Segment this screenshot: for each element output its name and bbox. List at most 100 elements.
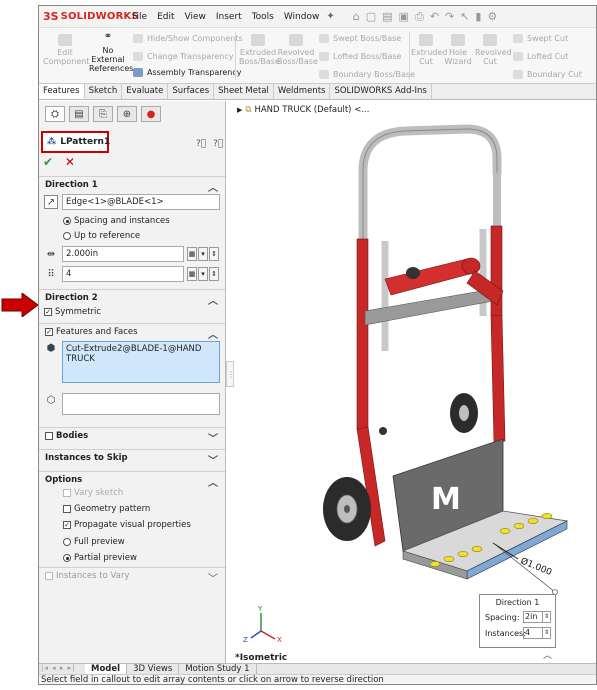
tab-scroll-arrows[interactable]: |◂ ◂ ▸ ▸| <box>39 664 85 674</box>
geometry-pattern-checkbox[interactable]: Geometry pattern <box>63 504 150 514</box>
chevron-up-icon[interactable]: ︿ <box>208 326 218 341</box>
tab-add-ins[interactable]: SOLIDWORKS Add-Ins <box>330 84 432 99</box>
callout-instances-input[interactable]: 4 <box>523 627 543 639</box>
link-values-icon[interactable]: ▦ <box>187 247 197 261</box>
dropdown-arrow-icon[interactable]: ▾ <box>198 267 208 281</box>
dropdown-arrow-icon[interactable]: ▾ <box>198 247 208 261</box>
chevron-down-icon[interactable]: ﹀ <box>208 452 218 467</box>
revolved-boss-button[interactable]: Revolved Boss/Base <box>277 34 318 66</box>
tab-evaluate[interactable]: Evaluate <box>122 84 169 99</box>
options-header[interactable]: Options ︿ <box>39 472 225 489</box>
features-faces-header[interactable]: ✓ Features and Faces ︿ <box>39 324 225 341</box>
tab-3d-views[interactable]: 3D Views <box>127 664 180 674</box>
display-manager-tab[interactable]: ● <box>141 106 161 122</box>
select-icon[interactable]: ↖ <box>460 10 469 24</box>
save-icon[interactable]: ▣ <box>399 10 409 24</box>
help-icon[interactable]: ?⃝ <box>213 139 223 149</box>
menu-window[interactable]: Window <box>283 11 321 23</box>
graphics-area[interactable]: ▶ ⧉ HAND TRUCK (Default) <... M Ø1.000 Y… <box>235 101 596 663</box>
instances-to-skip-header[interactable]: Instances to Skip ﹀ <box>39 450 225 467</box>
menu-insert[interactable]: Insert <box>215 11 243 23</box>
tab-surfaces[interactable]: Surfaces <box>168 84 215 99</box>
vary-sketch-checkbox[interactable]: Vary sketch <box>63 488 123 498</box>
chevron-up-icon[interactable]: ︿ <box>208 474 218 489</box>
callout-spacing-input[interactable]: 2in <box>523 611 543 623</box>
instances-spinner[interactable]: ▦ ▾ ⇕ <box>187 267 219 281</box>
up-to-reference-radio[interactable]: Up to reference <box>63 231 140 241</box>
bodies-header[interactable]: Bodies ﹀ <box>39 428 225 445</box>
panel-splitter-handle[interactable]: ⋮ <box>226 361 235 387</box>
tab-sheet-metal[interactable]: Sheet Metal <box>214 84 274 99</box>
feature-manager-tab[interactable]: ⛭ <box>45 106 65 122</box>
assembly-transparency-button[interactable]: Assembly Transparency <box>133 68 241 77</box>
swept-boss-button[interactable]: Swept Boss/Base <box>319 34 401 43</box>
ok-button[interactable]: ✔ <box>43 155 53 169</box>
instances-to-vary-header[interactable]: Instances to Vary ﹀ <box>39 568 225 585</box>
menu-edit[interactable]: Edit <box>156 11 175 23</box>
tab-weldments[interactable]: Weldments <box>274 84 331 99</box>
change-transparency-button[interactable]: Change Transparency <box>133 52 234 61</box>
extruded-cut-button[interactable]: Extruded Cut <box>411 34 447 66</box>
spinner-arrows-icon[interactable]: ⇕ <box>209 267 219 281</box>
bodies-checkbox[interactable] <box>45 432 53 440</box>
symmetric-checkbox[interactable]: ✓ Symmetric <box>44 307 101 317</box>
extruded-boss-button[interactable]: Extruded Boss/Base <box>239 34 280 66</box>
cancel-button[interactable]: ✕ <box>65 155 75 169</box>
configuration-manager-tab[interactable]: ⎘ <box>93 106 113 122</box>
rebuild-icon[interactable]: ▮ <box>475 10 481 24</box>
pin-icon[interactable]: ✦ <box>326 11 334 22</box>
hide-show-components-button[interactable]: Hide/Show Components <box>133 34 243 43</box>
callout-instances-spinner[interactable]: ⇕ <box>543 627 551 639</box>
chevron-down-icon[interactable]: ﹀ <box>208 430 218 445</box>
features-faces-checkbox[interactable]: ✓ <box>45 328 53 336</box>
direction1-header[interactable]: Direction 1 ︿ <box>39 177 225 194</box>
direction2-header[interactable]: Direction 2 ︿ <box>39 290 225 307</box>
tab-features[interactable]: Features <box>39 84 85 99</box>
instances-to-vary-checkbox[interactable] <box>45 572 53 580</box>
tab-motion-study[interactable]: Motion Study 1 <box>179 664 257 674</box>
chevron-down-icon[interactable]: ﹀ <box>208 570 218 585</box>
menu-view[interactable]: View <box>184 11 207 23</box>
whats-wrong-icon[interactable]: ?⃝ <box>196 139 206 149</box>
spacing-and-instances-radio[interactable]: Spacing and instances <box>63 216 170 226</box>
spacing-spinner[interactable]: ▦ ▾ ⇕ <box>187 247 219 261</box>
edit-component-button[interactable]: Edit Component <box>43 34 89 66</box>
instances-input[interactable]: 4 <box>62 266 184 282</box>
diameter-dimension[interactable]: Ø1.000 <box>519 556 554 579</box>
spacing-input[interactable]: 2.000in <box>62 246 184 262</box>
spinner-arrows-icon[interactable]: ⇕ <box>209 247 219 261</box>
chevron-up-icon[interactable]: ︿ <box>208 179 218 194</box>
chevron-up-icon[interactable]: ︿ <box>208 292 218 307</box>
tab-model[interactable]: Model <box>85 664 128 674</box>
tab-sketch[interactable]: Sketch <box>85 84 123 99</box>
undo-icon[interactable]: ↶ <box>430 10 439 24</box>
features-list-box[interactable]: Cut-Extrude2@BLADE-1@HAND TRUCK <box>62 341 220 383</box>
lofted-boss-button[interactable]: Lofted Boss/Base <box>319 52 401 61</box>
new-file-icon[interactable]: ▢ <box>366 10 376 24</box>
dimxpert-tab[interactable]: ⊕ <box>117 106 137 122</box>
home-icon[interactable]: ⌂ <box>353 10 360 24</box>
list-item[interactable]: Cut-Extrude2@BLADE-1@HAND TRUCK <box>66 344 201 364</box>
property-manager-tab[interactable]: ▤ <box>69 106 89 122</box>
options-icon[interactable]: ⚙ <box>487 10 497 24</box>
boundary-boss-button[interactable]: Boundary Boss/Base <box>319 70 415 79</box>
swept-cut-button[interactable]: Swept Cut <box>513 34 568 43</box>
pattern-direction-field[interactable]: Edge<1>@BLADE<1> <box>62 194 220 210</box>
lofted-cut-button[interactable]: Lofted Cut <box>513 52 568 61</box>
redo-icon[interactable]: ↷ <box>445 10 454 24</box>
no-external-references-button[interactable]: ⚭ No External References <box>89 32 133 74</box>
propagate-visual-checkbox[interactable]: ✓ Propagate visual properties <box>63 520 191 530</box>
partial-preview-radio[interactable]: Partial preview <box>63 553 137 563</box>
link-values-icon[interactable]: ▦ <box>187 267 197 281</box>
menu-file[interactable]: File <box>131 11 148 23</box>
hole-wizard-button[interactable]: Hole Wizard <box>443 34 473 66</box>
direction1-callout[interactable]: Direction 1 Spacing: 2in ⇕ Instances: 4 … <box>479 594 556 648</box>
callout-spacing-spinner[interactable]: ⇕ <box>543 611 551 623</box>
chevron-up-icon[interactable]: ︿ <box>543 648 552 661</box>
revolved-cut-button[interactable]: Revolved Cut <box>475 34 512 66</box>
boundary-cut-button[interactable]: Boundary Cut <box>513 70 582 79</box>
menu-tools[interactable]: Tools <box>251 11 275 23</box>
faces-list-box[interactable] <box>62 393 220 415</box>
reverse-direction-icon[interactable]: ↗ <box>44 195 58 209</box>
full-preview-radio[interactable]: Full preview <box>63 537 125 547</box>
